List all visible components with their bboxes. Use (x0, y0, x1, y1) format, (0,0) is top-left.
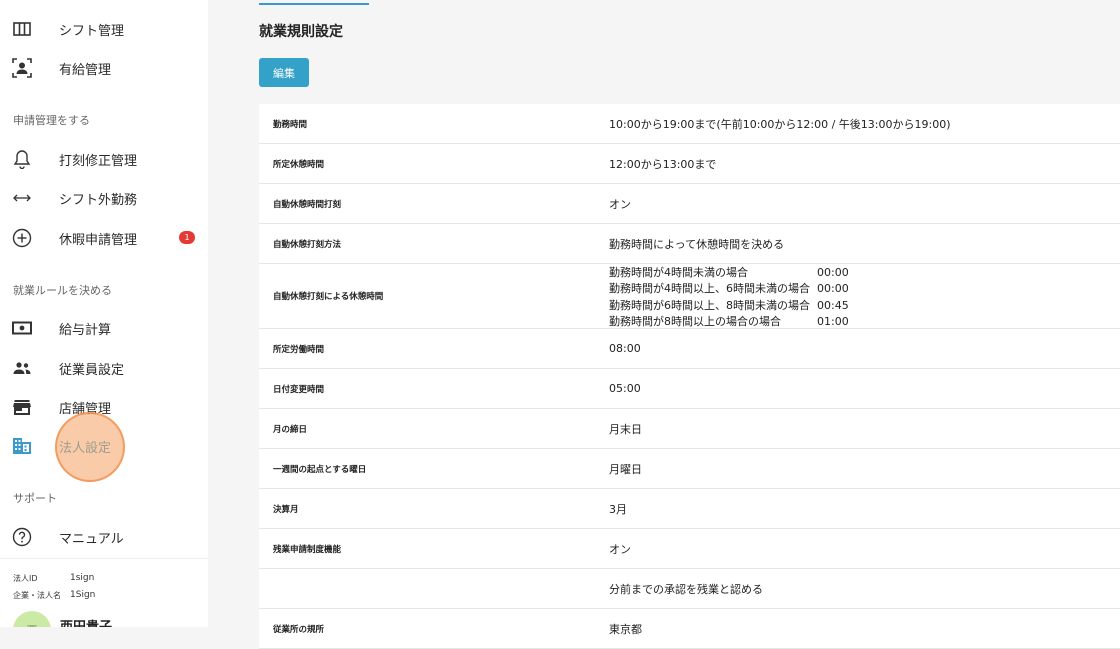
break-rule: 勤務時間が4時間未満の場合 00:00 (609, 265, 849, 281)
table-row: 従業所の規所 東京都 (259, 609, 1120, 649)
table-row: 自動休憩時間打刻 オン (259, 184, 1120, 224)
sidebar-item-label: 給与計算 (59, 322, 112, 338)
break-rule-time: 00:45 (817, 298, 849, 312)
sidebar-item-manual[interactable]: マニュアル (0, 519, 208, 555)
table-row: 所定労働時間 08:00 (259, 329, 1120, 369)
break-rule: 勤務時間が4時間以上、6時間未満の場合 00:00 (609, 281, 849, 297)
settings-table: 勤務時間 10:00から19:00まで(午前10:00から12:00 / 午後1… (259, 104, 1120, 649)
sidebar-item-label: シフト外勤務 (59, 192, 138, 208)
row-label: 自動休憩打刻方法 (273, 239, 342, 250)
sidebar-item-label: 従業員設定 (59, 362, 125, 378)
table-row: 一週間の起点とする曜日 月曜日 (259, 449, 1120, 489)
company-label: 企業・法人名 (13, 591, 61, 600)
sidebar-item-employees[interactable]: 従業員設定 (0, 350, 208, 386)
avatar[interactable]: 西 (13, 611, 51, 627)
sidebar: シフト管理 有給管理 申請管理をする 打刻修正管理 シフト外勤務 休暇申請管理 … (0, 0, 208, 627)
row-label: 残業申請制度機能 (273, 544, 342, 555)
row-label: 自動休憩時間打刻 (273, 199, 342, 210)
plus-circle-icon (12, 228, 32, 248)
table-row: 所定休憩時間 12:00から13:00まで (259, 144, 1120, 184)
arrows-horizontal-icon (12, 188, 32, 208)
section-label-rules: 就業ルールを決める (13, 284, 112, 297)
company-value: 1Sign (70, 590, 96, 600)
sidebar-item-shift[interactable]: シフト管理 (0, 11, 208, 47)
user-name: 西田貴子 (60, 616, 112, 627)
row-label: 日付変更時間 (273, 384, 325, 395)
table-row: 月の締日 月末日 (259, 409, 1120, 449)
table-row: 決算月 3月 (259, 489, 1120, 529)
row-value: オン (609, 542, 631, 556)
row-value: 分前までの承認を残業と認める (609, 582, 763, 596)
break-rule: 勤務時間が6時間以上、8時間未満の場合 00:45 (609, 298, 849, 314)
row-label: 一週間の起点とする曜日 (273, 464, 367, 475)
sidebar-item-label: シフト管理 (59, 23, 125, 39)
row-label: 従業所の規所 (273, 624, 325, 635)
tab-indicator (259, 3, 369, 5)
row-value: オン (609, 197, 631, 211)
people-icon (12, 358, 32, 378)
table-row: 勤務時間 10:00から19:00まで(午前10:00から12:00 / 午後1… (259, 104, 1120, 144)
sidebar-item-clock-correction[interactable]: 打刻修正管理 (0, 141, 208, 177)
row-value: 10:00から19:00まで(午前10:00から12:00 / 午後13:00か… (609, 117, 951, 131)
break-rule-condition: 勤務時間が6時間以上、8時間未満の場合 (609, 298, 810, 312)
store-icon (12, 397, 32, 417)
row-value: 月曜日 (609, 462, 642, 476)
table-row: 残業申請制度機能 オン (259, 529, 1120, 569)
row-value: 05:00 (609, 382, 641, 395)
sidebar-item-label: 法人設定 (59, 440, 112, 456)
break-rule-condition: 勤務時間が4時間未満の場合 (609, 266, 748, 279)
row-value: 月末日 (609, 422, 642, 436)
row-value: 08:00 (609, 342, 641, 355)
section-label-applications: 申請管理をする (13, 114, 90, 127)
table-row: 日付変更時間 05:00 (259, 369, 1120, 409)
break-rule-time: 01:00 (817, 314, 849, 328)
sidebar-item-paid-leave[interactable]: 有給管理 (0, 50, 208, 86)
break-rule-condition: 勤務時間が8時間以上の場合の場合 (609, 314, 781, 328)
row-label: 自動休憩打刻による休憩時間 (273, 292, 384, 302)
sidebar-item-label: 打刻修正管理 (59, 153, 138, 169)
company-row: 企業・法人名 1Sign (13, 590, 95, 601)
edit-button[interactable]: 編集 (259, 58, 309, 87)
money-icon (12, 318, 32, 338)
break-rule: 勤務時間が8時間以上の場合の場合 01:00 (609, 314, 849, 330)
sidebar-item-corporate-settings[interactable]: 法人設定 (0, 428, 208, 464)
row-value: 12:00から13:00まで (609, 157, 717, 171)
page-title: 就業規則設定 (259, 24, 343, 40)
row-value: 勤務時間によって休憩時間を決める (609, 237, 785, 251)
break-rule-time: 00:00 (817, 282, 849, 296)
break-rule-time: 00:00 (817, 266, 849, 279)
help-circle-icon (12, 527, 32, 547)
columns-icon (12, 19, 32, 39)
break-time-rules: 勤務時間が4時間未満の場合 00:00 勤務時間が4時間以上、6時間未満の場合 00… (609, 265, 849, 330)
sidebar-item-payroll[interactable]: 給与計算 (0, 310, 208, 346)
sidebar-item-label: 休暇申請管理 (59, 232, 138, 248)
sidebar-item-label: マニュアル (59, 531, 124, 547)
sidebar-item-leave-requests[interactable]: 休暇申請管理 1 (0, 220, 208, 256)
row-label: 所定労働時間 (273, 344, 325, 355)
row-label: 勤務時間 (273, 119, 308, 130)
table-row: 分前までの承認を残業と認める (259, 569, 1120, 609)
row-value: 東京都 (609, 622, 642, 636)
user-frame-icon (12, 58, 32, 78)
bell-icon (12, 149, 32, 169)
main-content: 就業規則設定 編集 勤務時間 10:00から19:00まで(午前10:00から1… (208, 0, 1120, 649)
building-icon (12, 436, 32, 456)
corp-id-value: 1sign (70, 573, 95, 583)
corp-id-label: 法人ID (13, 574, 38, 583)
notification-badge: 1 (179, 231, 195, 244)
corp-id-row: 法人ID 1sign (13, 573, 94, 584)
sidebar-item-label: 有給管理 (59, 62, 112, 78)
row-label: 所定休憩時間 (273, 159, 325, 170)
account-info: 法人ID 1sign 企業・法人名 1Sign 西 西田貴子 (0, 558, 208, 627)
section-label-support: サポート (13, 492, 57, 505)
sidebar-item-off-shift-work[interactable]: シフト外勤務 (0, 180, 208, 216)
break-rule-condition: 勤務時間が4時間以上、6時間未満の場合 (609, 282, 810, 296)
sidebar-item-stores[interactable]: 店舗管理 (0, 389, 208, 425)
table-row: 自動休憩打刻による休憩時間 勤務時間が4時間未満の場合 00:00 勤務時間が4時… (259, 264, 1120, 329)
table-row: 自動休憩打刻方法 勤務時間によって休憩時間を決める (259, 224, 1120, 264)
row-value: 3月 (609, 502, 627, 516)
sidebar-item-label: 店舗管理 (59, 401, 112, 417)
row-label: 決算月 (273, 504, 299, 515)
row-label: 月の締日 (273, 424, 308, 435)
